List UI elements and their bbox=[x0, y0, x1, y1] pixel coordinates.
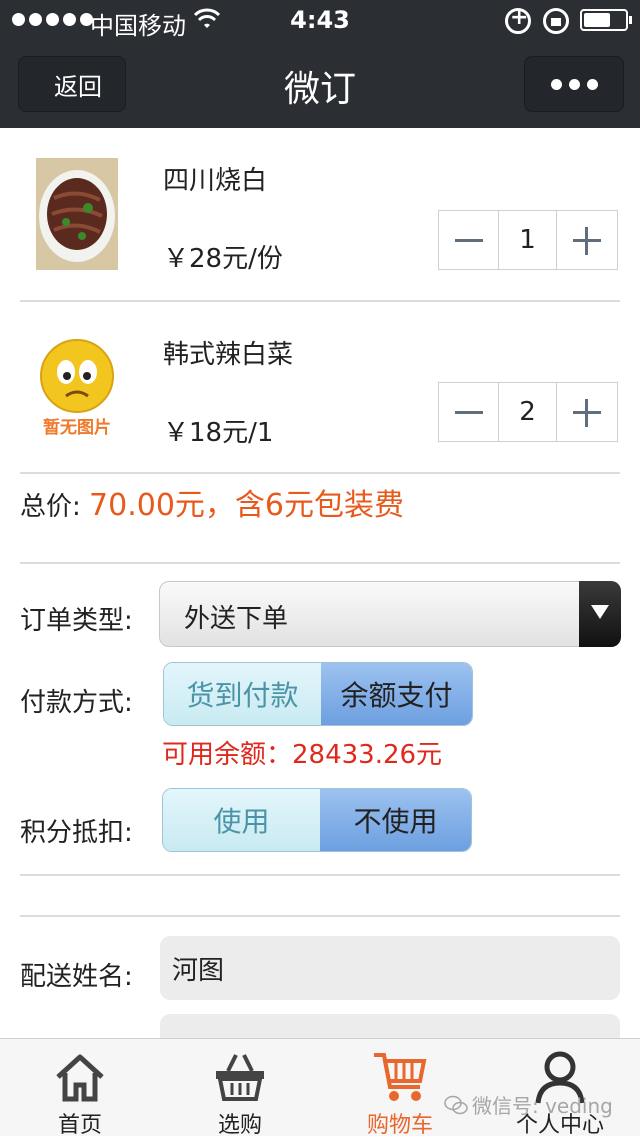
cart-item: 暂无图片 韩式辣白菜 ￥18元/1 2 bbox=[20, 302, 620, 474]
quantity-value[interactable]: 1 bbox=[499, 211, 557, 269]
status-bar: 中国移动 4:43 bbox=[0, 0, 640, 40]
top-bar: 中国移动 4:43 返回 微订 bbox=[0, 0, 640, 128]
total-price: 总价: 70.00元，含6元包装费 bbox=[20, 480, 404, 524]
delivery-name-input[interactable]: 河图 bbox=[160, 936, 620, 1000]
delivery-name-label: 配送姓名: bbox=[20, 962, 133, 992]
watermark-text: 微信号: veding bbox=[472, 1094, 613, 1118]
more-options-button[interactable] bbox=[524, 56, 624, 112]
no-image-placeholder: 暂无图片 bbox=[40, 339, 114, 438]
divider bbox=[20, 915, 620, 917]
use-points-option[interactable]: 使用 bbox=[163, 789, 320, 851]
no-image-text: 暂无图片 bbox=[43, 417, 111, 438]
quantity-value[interactable]: 2 bbox=[499, 383, 557, 441]
order-type-label: 订单类型: bbox=[20, 606, 133, 636]
tab-label: 选购 bbox=[217, 1113, 262, 1136]
bottom-tab-bar: 首页 选购 购物车 个人中心 bbox=[0, 1038, 640, 1136]
orientation-lock-icon bbox=[505, 5, 531, 34]
payment-method-toggle: 货到付款 余额支付 bbox=[163, 662, 473, 726]
dish-photo bbox=[36, 158, 118, 270]
tab-label: 首页 bbox=[57, 1113, 102, 1136]
no-points-option[interactable]: 不使用 bbox=[319, 789, 471, 851]
decrease-button[interactable] bbox=[439, 211, 499, 269]
item-name: 四川烧白 bbox=[163, 166, 268, 196]
item-price: ￥18元/1 bbox=[163, 418, 274, 448]
increase-button[interactable] bbox=[557, 211, 617, 269]
payment-method-label: 付款方式: bbox=[20, 688, 133, 718]
tab-profile[interactable]: 个人中心 bbox=[480, 1039, 640, 1136]
home-icon bbox=[56, 1054, 104, 1102]
wechat-watermark: 微信号: veding bbox=[444, 1090, 613, 1119]
basket-icon bbox=[216, 1054, 264, 1101]
wechat-icon bbox=[444, 1095, 468, 1114]
points-deduction-label: 积分抵扣: bbox=[20, 818, 133, 848]
balance-payment-option[interactable]: 余额支付 bbox=[320, 663, 472, 725]
order-type-select[interactable]: 外送下单 bbox=[159, 581, 621, 647]
more-dots-icon bbox=[550, 78, 562, 90]
divider bbox=[20, 874, 620, 876]
quantity-stepper: 1 bbox=[438, 210, 618, 270]
points-deduction-toggle: 使用 不使用 bbox=[162, 788, 472, 852]
cart-icon bbox=[374, 1053, 427, 1101]
increase-button[interactable] bbox=[557, 383, 617, 441]
order-type-value: 外送下单 bbox=[184, 604, 289, 634]
cart-item: 四川烧白 ￥28元/份 1 bbox=[20, 130, 620, 302]
quantity-stepper: 2 bbox=[438, 382, 618, 442]
tab-shop[interactable]: 选购 bbox=[160, 1039, 320, 1136]
decrease-button[interactable] bbox=[439, 383, 499, 441]
available-balance: 可用余额：28433.26元 bbox=[162, 740, 443, 770]
cash-on-delivery-option[interactable]: 货到付款 bbox=[164, 663, 321, 725]
dropdown-arrow-icon bbox=[579, 581, 621, 647]
total-label: 总价: bbox=[20, 492, 81, 522]
item-price: ￥28元/份 bbox=[163, 244, 283, 274]
total-value: 70.00元，含6元包装费 bbox=[89, 488, 405, 523]
divider bbox=[20, 562, 620, 564]
item-name: 韩式辣白菜 bbox=[163, 340, 294, 370]
lock-rotation-icon bbox=[543, 8, 569, 34]
battery-icon bbox=[580, 9, 632, 31]
tab-cart[interactable]: 购物车 bbox=[320, 1039, 480, 1136]
tab-home[interactable]: 首页 bbox=[0, 1039, 160, 1136]
